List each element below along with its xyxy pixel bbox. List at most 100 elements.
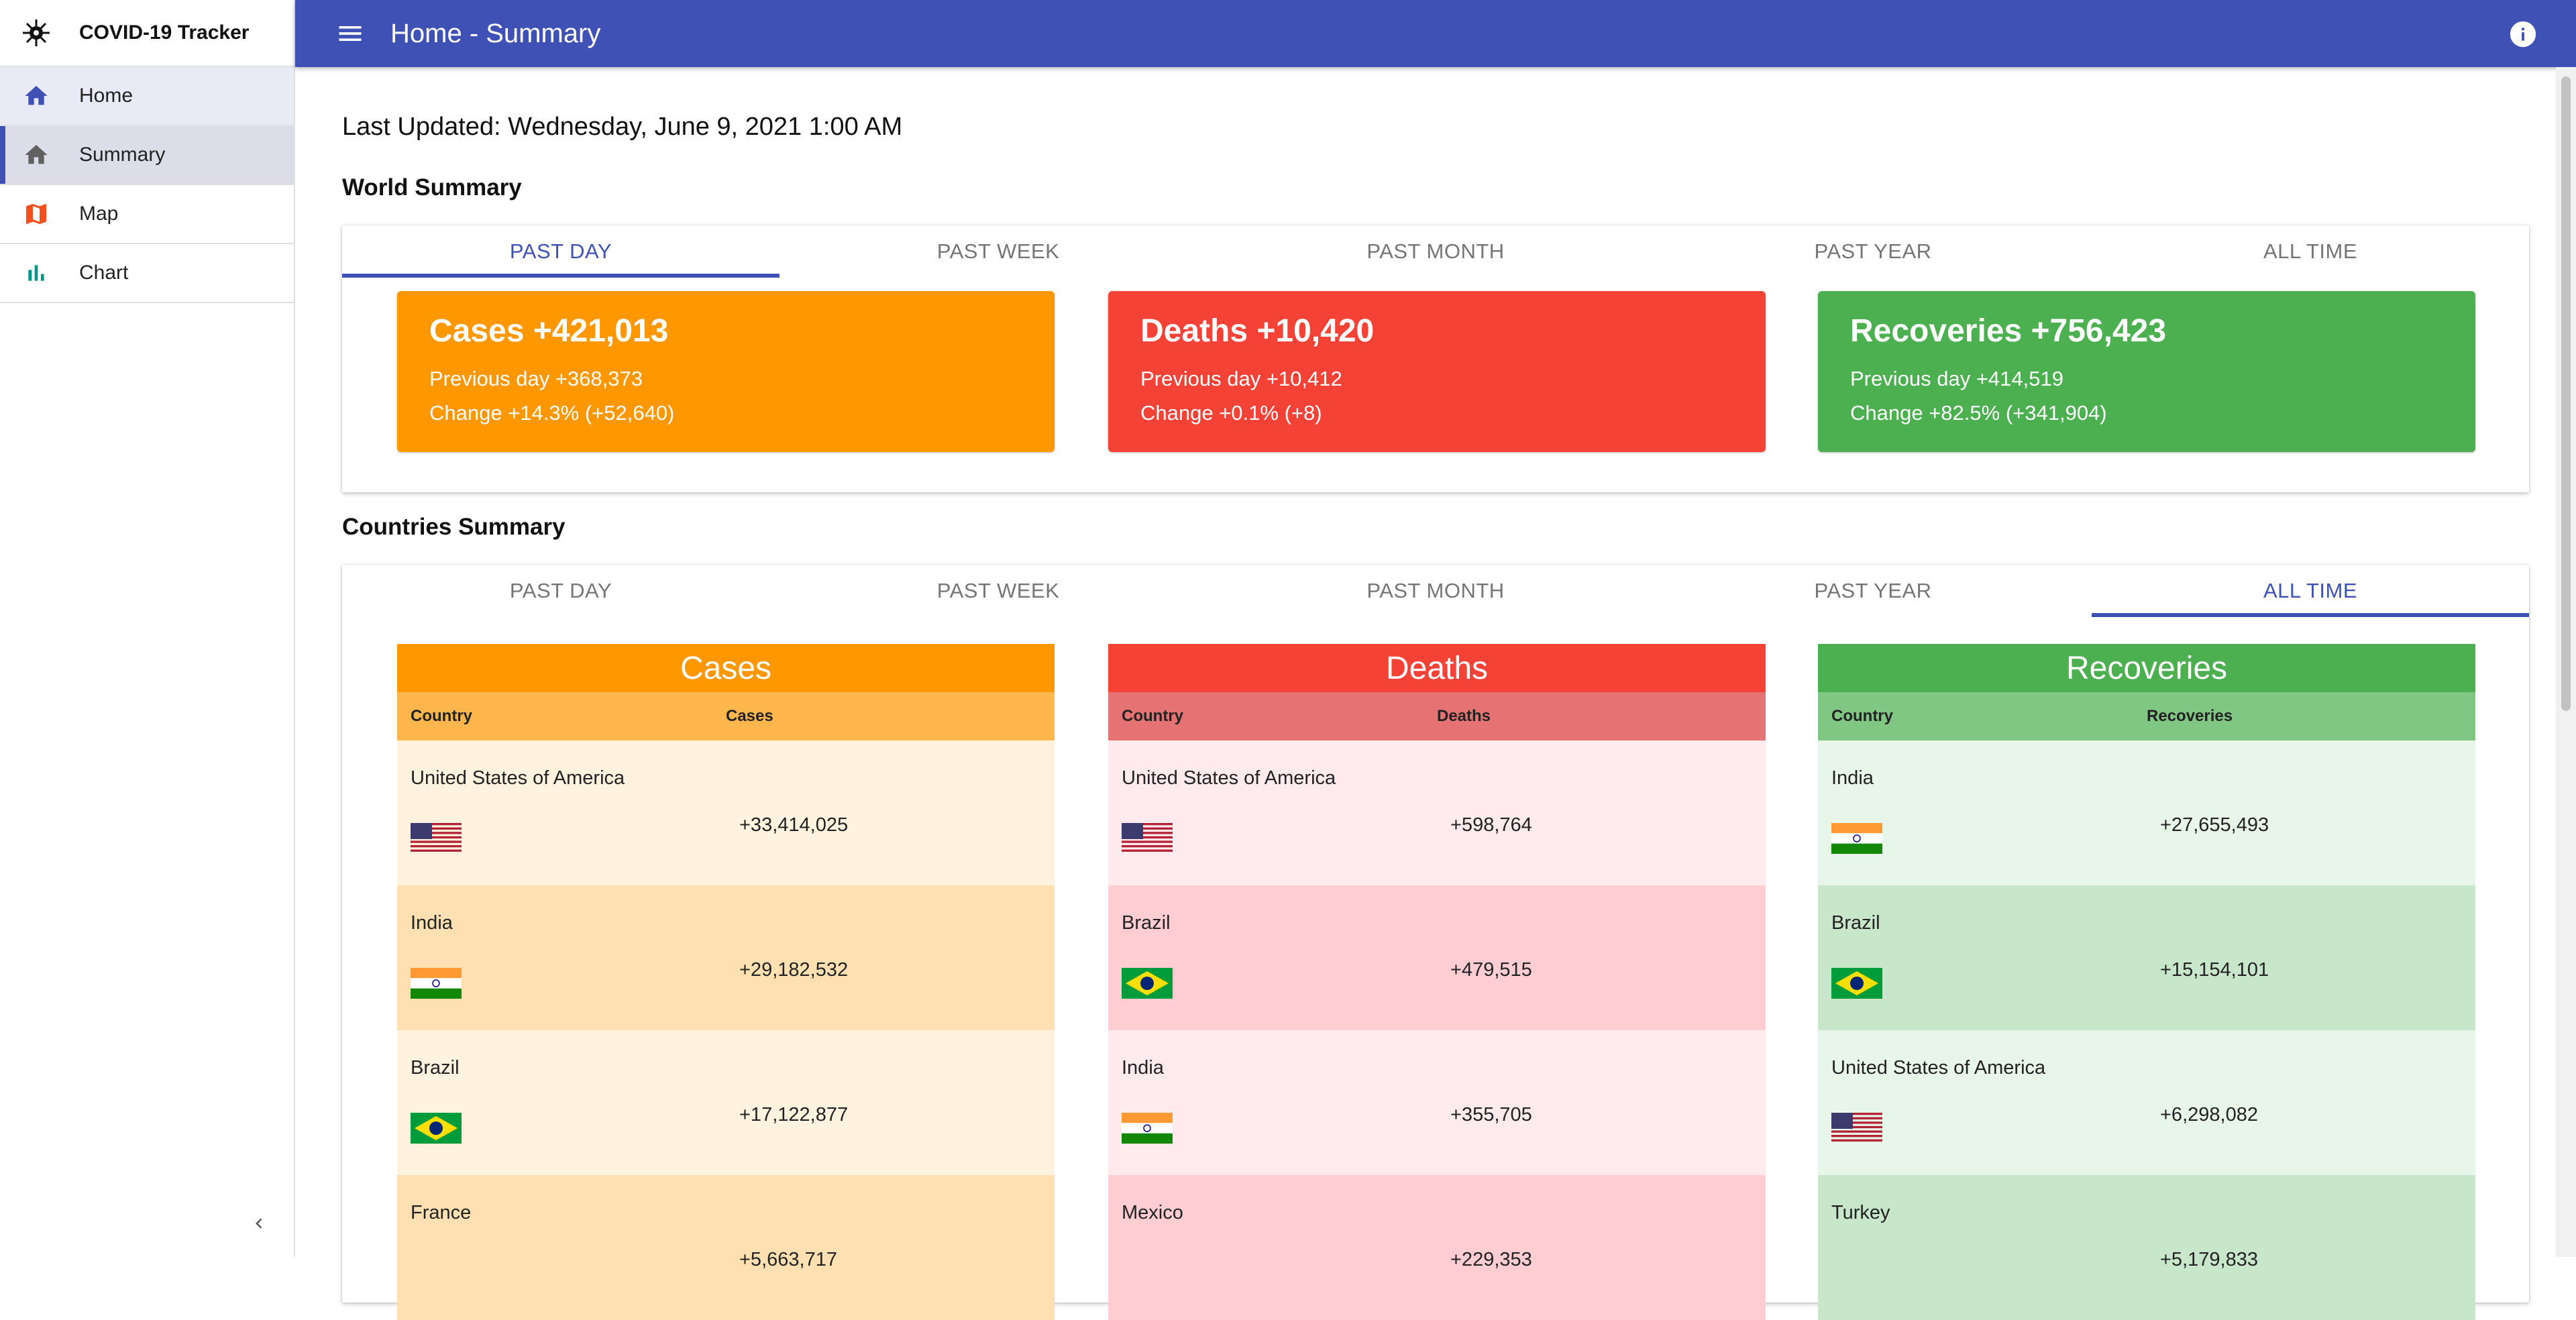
country-value: +17,122,877 (739, 1104, 849, 1125)
table-header: Country Deaths (1108, 692, 1766, 740)
country-value: +5,179,833 (2160, 1249, 2258, 1270)
tab-past-week[interactable]: PAST WEEK (780, 225, 1217, 278)
tab-past-month[interactable]: PAST MONTH (1217, 225, 1654, 278)
column-header-country: Country (1831, 707, 1893, 725)
us-flag-icon (411, 823, 462, 854)
sidebar-item-label: Map (79, 203, 119, 225)
sidebar-item-label: Summary (79, 144, 166, 166)
table-row: India +27,655,493 (1818, 740, 2475, 885)
tab-past-year[interactable]: PAST YEAR (1654, 225, 2092, 278)
recoveries-table: Recoveries Country Recoveries India +27,… (1818, 644, 2475, 1320)
world-cards: Cases +421,013 Previous day +368,373 Cha… (342, 278, 2529, 452)
info-icon (2510, 21, 2536, 48)
table-title: Recoveries (1818, 644, 2475, 692)
home-icon (17, 77, 55, 115)
country-value: +27,655,493 (2160, 814, 2269, 836)
cases-table: Cases Country Cases United States of Ame… (397, 644, 1055, 1320)
table-row: United States of America +6,298,082 (1818, 1030, 2475, 1175)
tab-all-time[interactable]: ALL TIME (2092, 225, 2529, 278)
country-value: +15,154,101 (2160, 959, 2269, 981)
country-name: Brazil (1831, 912, 1880, 934)
table-title: Cases (397, 644, 1055, 692)
virus-icon (17, 14, 55, 52)
deaths-previous: Previous day +10,412 (1140, 367, 1342, 390)
column-header-country: Country (1122, 707, 1183, 725)
page-scrollbar[interactable] (2556, 67, 2576, 1257)
app-title: COVID-19 Tracker (79, 21, 250, 44)
sidebar-item-home[interactable]: Home (0, 67, 294, 126)
tab-all-time[interactable]: ALL TIME (2092, 565, 2529, 617)
table-row: India +355,705 (1108, 1030, 1766, 1175)
india-flag-icon (411, 968, 462, 999)
column-header-country: Country (411, 707, 472, 725)
info-button[interactable] (2508, 19, 2538, 50)
sidebar: COVID-19 Tracker Home Summary Map Chart (0, 0, 295, 1257)
collapse-sidebar-button[interactable] (246, 1211, 272, 1238)
menu-button[interactable] (330, 13, 370, 54)
column-header-value: Deaths (1437, 707, 1491, 725)
country-name: United States of America (411, 767, 625, 789)
tab-past-year[interactable]: PAST YEAR (1654, 565, 2092, 617)
country-value: +229,353 (1450, 1249, 1532, 1270)
country-value: +33,414,025 (739, 814, 849, 836)
table-title: Deaths (1108, 644, 1766, 692)
table-row: United States of America +33,414,025 (397, 740, 1055, 885)
sidebar-item-map[interactable]: Map (0, 185, 294, 244)
country-name: United States of America (1122, 767, 1336, 789)
deaths-heading: Deaths +10,420 (1140, 313, 1375, 349)
world-summary-title: World Summary (342, 174, 522, 201)
map-icon (17, 195, 55, 233)
tab-past-month[interactable]: PAST MONTH (1217, 565, 1654, 617)
table-row: United States of America +598,764 (1108, 740, 1766, 885)
country-name: Brazil (1122, 912, 1171, 934)
world-tabs: PAST DAY PAST WEEK PAST MONTH PAST YEAR … (342, 225, 2529, 278)
country-name: India (1122, 1057, 1164, 1079)
table-row: Mexico +229,353 (1108, 1175, 1766, 1320)
page-title: Home - Summary (390, 18, 601, 48)
cases-previous: Previous day +368,373 (429, 367, 643, 390)
tab-past-week[interactable]: PAST WEEK (780, 565, 1217, 617)
country-name: United States of America (1831, 1057, 2046, 1079)
brand: COVID-19 Tracker (0, 0, 294, 67)
column-header-value: Cases (726, 707, 773, 725)
column-header-value: Recoveries (2147, 707, 2233, 725)
sidebar-item-summary[interactable]: Summary (0, 126, 294, 185)
table-row: Turkey +5,179,833 (1818, 1175, 2475, 1320)
table-header: Country Recoveries (1818, 692, 2475, 740)
app-bar: Home - Summary (295, 0, 2576, 67)
country-name: France (411, 1202, 472, 1223)
tab-past-day[interactable]: PAST DAY (342, 565, 780, 617)
table-row: Brazil +15,154,101 (1818, 885, 2475, 1030)
tab-past-day[interactable]: PAST DAY (342, 225, 780, 278)
bar-chart-icon (17, 254, 55, 292)
india-flag-icon (1122, 1113, 1173, 1144)
cases-change: Change +14.3% (+52,640) (429, 401, 675, 425)
brazil-flag-icon (1831, 968, 1882, 999)
sidebar-item-chart[interactable]: Chart (0, 244, 294, 303)
cases-heading: Cases +421,013 (429, 313, 669, 349)
sidebar-item-label: Home (79, 85, 133, 107)
country-value: +5,663,717 (739, 1249, 837, 1270)
country-value: +355,705 (1450, 1104, 1532, 1125)
table-row: India +29,182,532 (397, 885, 1055, 1030)
home-icon (17, 136, 55, 174)
table-row: Brazil +479,515 (1108, 885, 1766, 1030)
brazil-flag-icon (411, 1113, 462, 1144)
country-name: Turkey (1831, 1202, 1890, 1223)
country-name: Brazil (411, 1057, 460, 1079)
deaths-card: Deaths +10,420 Previous day +10,412 Chan… (1108, 291, 1766, 452)
country-value: +598,764 (1450, 814, 1532, 836)
world-summary-panel: PAST DAY PAST WEEK PAST MONTH PAST YEAR … (342, 225, 2529, 492)
india-flag-icon (1831, 823, 1882, 854)
countries-summary-panel: PAST DAY PAST WEEK PAST MONTH PAST YEAR … (342, 565, 2529, 1320)
scrollbar-thumb[interactable] (2561, 76, 2571, 711)
brazil-flag-icon (1122, 968, 1173, 999)
country-name: Mexico (1122, 1202, 1183, 1223)
countries-tabs: PAST DAY PAST WEEK PAST MONTH PAST YEAR … (342, 565, 2529, 617)
chevron-left-icon (249, 1213, 269, 1237)
table-header: Country Cases (397, 692, 1055, 740)
us-flag-icon (1122, 823, 1173, 854)
recoveries-card: Recoveries +756,423 Previous day +414,51… (1818, 291, 2475, 452)
country-value: +29,182,532 (739, 959, 849, 981)
recoveries-previous: Previous day +414,519 (1850, 367, 2063, 390)
